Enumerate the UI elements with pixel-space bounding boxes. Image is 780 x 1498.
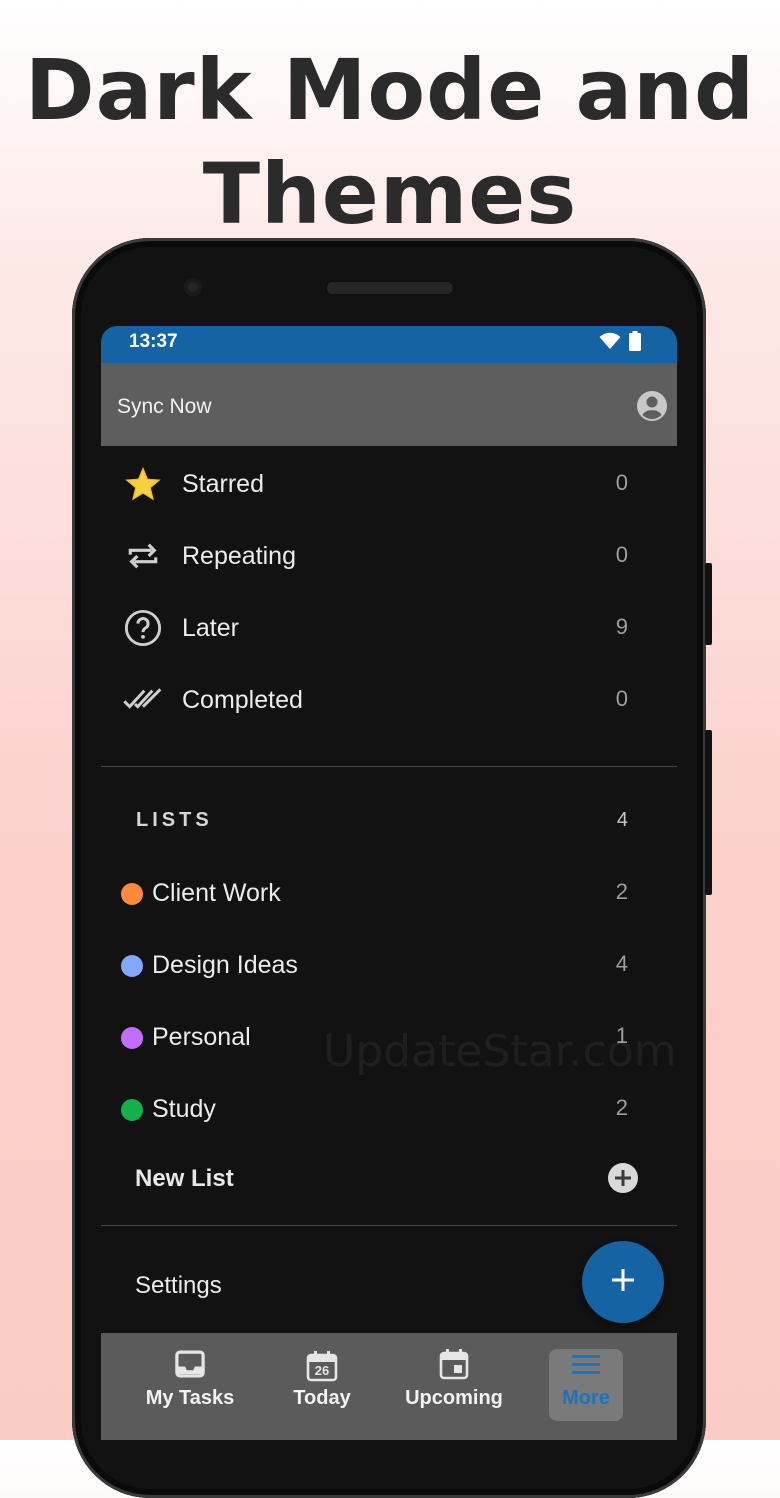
filter-repeating[interactable]: Repeating 0 (101, 520, 677, 592)
calendar-event-icon (439, 1348, 469, 1385)
tab-today[interactable]: 26 Today (267, 1349, 377, 1421)
list-item-label: Client Work (152, 879, 281, 907)
sync-now-label: Sync Now (117, 395, 212, 418)
list-item-count: 2 (615, 1095, 628, 1120)
filter-repeating-label: Repeating (182, 542, 296, 570)
list-color-dot (121, 955, 143, 977)
add-circle-icon[interactable] (607, 1162, 639, 1194)
lists-heading: LISTS (136, 809, 213, 831)
filter-completed-count: 0 (615, 686, 628, 711)
status-bar: 13:37 (101, 326, 677, 363)
list-color-dot (121, 1099, 143, 1121)
lists-header: LISTS 4 (101, 767, 677, 857)
list-color-dot (121, 883, 143, 905)
new-list-label: New List (135, 1165, 234, 1192)
new-list-row[interactable]: New List (101, 1145, 677, 1225)
tab-upcoming[interactable]: Upcoming (399, 1348, 509, 1421)
filter-completed[interactable]: Completed 0 (101, 664, 677, 736)
battery-icon (629, 331, 641, 356)
tab-label: Today (293, 1387, 351, 1409)
tab-label: More (562, 1387, 610, 1409)
filter-later-label: Later (182, 614, 239, 642)
menu-icon (571, 1352, 601, 1381)
headline-line-2: Themes (202, 145, 578, 243)
calendar-today-icon: 26 (306, 1350, 338, 1382)
list-item-label: Study (152, 1095, 216, 1123)
add-task-fab[interactable] (582, 1241, 664, 1323)
filter-later[interactable]: Later 9 (101, 592, 677, 664)
filter-repeating-count: 0 (615, 542, 628, 567)
list-item-count: 2 (615, 879, 628, 904)
list-color-dot (121, 1027, 143, 1049)
list-item-design-ideas[interactable]: Design Ideas 4 (101, 929, 677, 1001)
filter-section: Starred 0 Repeating 0 Later 9 Completed … (101, 446, 677, 766)
plus-icon (610, 1267, 636, 1298)
star-icon (123, 466, 163, 502)
question-circle-icon (123, 609, 163, 647)
list-item-label: Design Ideas (152, 951, 298, 979)
front-camera (184, 278, 202, 296)
settings-label: Settings (135, 1272, 222, 1299)
tab-label: My Tasks (145, 1387, 235, 1409)
filter-later-count: 9 (615, 614, 628, 639)
bottom-navigation: My Tasks 26 Today Upcoming More (101, 1333, 677, 1440)
side-button-power (705, 563, 712, 645)
side-button-volume (705, 730, 712, 895)
lists-count: 4 (616, 809, 628, 831)
list-item-count: 4 (615, 951, 628, 976)
wifi-icon (599, 332, 621, 355)
headline-line-1: Dark Mode and (24, 41, 756, 139)
tab-more[interactable]: More (549, 1349, 623, 1421)
tab-label: Upcoming (405, 1387, 503, 1409)
repeat-icon (123, 538, 163, 574)
headline: Dark Mode and Themes (0, 38, 780, 246)
filter-completed-label: Completed (182, 686, 303, 714)
sync-now-bar[interactable]: Sync Now (101, 363, 677, 446)
calendar-day-number: 26 (314, 1363, 330, 1378)
status-time: 13:37 (129, 331, 178, 352)
account-icon[interactable] (637, 391, 667, 421)
inbox-icon (175, 1350, 205, 1383)
filter-starred-label: Starred (182, 470, 264, 498)
list-item-client-work[interactable]: Client Work 2 (101, 857, 677, 929)
list-item-label: Personal (152, 1023, 251, 1051)
tab-my-tasks[interactable]: My Tasks (135, 1349, 245, 1421)
double-check-icon (123, 682, 163, 718)
earpiece-speaker (327, 282, 453, 294)
list-item-personal[interactable]: Personal 1 (101, 1001, 677, 1073)
list-item-count: 1 (615, 1023, 628, 1048)
list-item-study[interactable]: Study 2 (101, 1073, 677, 1145)
filter-starred-count: 0 (615, 470, 628, 495)
filter-starred[interactable]: Starred 0 (101, 448, 677, 520)
